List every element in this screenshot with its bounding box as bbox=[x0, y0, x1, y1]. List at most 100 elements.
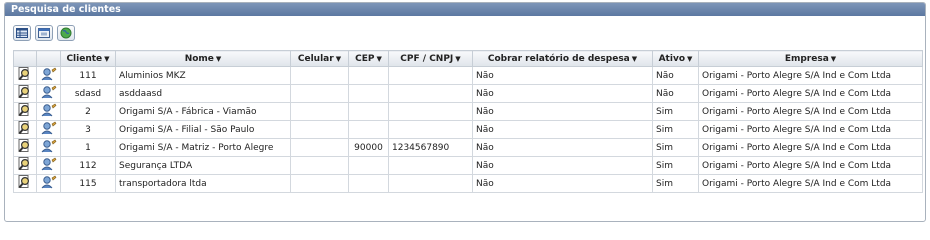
toolbar bbox=[13, 25, 75, 43]
table-row[interactable]: 1 Origami S/A - Matriz - Porto Alegre 9000… bbox=[13, 138, 923, 157]
cell-cpf-cnpj bbox=[388, 102, 473, 121]
cell-empresa: Origami - Porto Alegre S/A Ind e Com Ltd… bbox=[698, 84, 923, 103]
cell-ativo: Sim bbox=[652, 174, 699, 193]
cell-cep bbox=[348, 66, 389, 85]
table-row[interactable]: 2 Origami S/A - Fábrica - Viamão Não Sim Ori… bbox=[13, 102, 923, 121]
cell-ativo: Sim bbox=[652, 138, 699, 157]
edit-user-icon[interactable] bbox=[41, 139, 57, 153]
column-header-cpf-cnpj[interactable]: CPF / CNPJ ▼ bbox=[388, 50, 473, 67]
column-header-ativo[interactable]: Ativo ▼ bbox=[652, 50, 699, 67]
cell-cpf-cnpj bbox=[388, 66, 473, 85]
cell-cep: 90000 bbox=[348, 138, 389, 157]
cell-cliente: 111 bbox=[60, 66, 116, 85]
magnifier-icon[interactable] bbox=[18, 85, 33, 99]
edit-cell bbox=[36, 174, 61, 193]
column-header-cobrar[interactable]: Cobrar relatório de despesa ▼ bbox=[472, 50, 653, 67]
table-row[interactable]: 112 Segurança LTDA Não Sim Origami - Porto A… bbox=[13, 156, 923, 175]
sort-arrow-icon: ▼ bbox=[830, 54, 837, 63]
cell-cpf-cnpj bbox=[388, 156, 473, 175]
column-header-view bbox=[13, 50, 37, 67]
magnifier-icon[interactable] bbox=[18, 175, 33, 189]
column-header-celular[interactable]: Celular ▼ bbox=[290, 50, 349, 67]
cell-cpf-cnpj bbox=[388, 174, 473, 193]
cell-nome: Origami S/A - Matriz - Porto Alegre bbox=[115, 138, 291, 157]
cell-empresa: Origami - Porto Alegre S/A Ind e Com Ltd… bbox=[698, 138, 923, 157]
table-row[interactable]: sdasd asddaasd Não Não Origami - Porto Alegr… bbox=[13, 84, 923, 103]
cell-nome: transportadora ltda bbox=[115, 174, 291, 193]
magnifier-icon[interactable] bbox=[18, 103, 33, 117]
cell-nome: asddaasd bbox=[115, 84, 291, 103]
cell-celular bbox=[290, 174, 349, 193]
cell-cobrar: Não bbox=[472, 156, 653, 175]
edit-user-icon[interactable] bbox=[41, 157, 57, 171]
view-cell bbox=[13, 102, 37, 121]
table-row[interactable]: 115 transportadora ltda Não Sim Origami - Po… bbox=[13, 174, 923, 193]
magnifier-icon[interactable] bbox=[18, 67, 33, 81]
cell-empresa: Origami - Porto Alegre S/A Ind e Com Ltd… bbox=[698, 66, 923, 85]
grid-view-button[interactable] bbox=[13, 25, 31, 41]
edit-user-icon[interactable] bbox=[41, 85, 57, 99]
edit-cell bbox=[36, 102, 61, 121]
sort-arrow-icon: ▼ bbox=[104, 54, 110, 63]
cell-cliente: 3 bbox=[60, 120, 116, 139]
cell-ativo: Sim bbox=[652, 102, 699, 121]
cell-cliente: 112 bbox=[60, 156, 116, 175]
column-header-cep[interactable]: CEP ▼ bbox=[348, 50, 389, 67]
edit-cell bbox=[36, 138, 61, 157]
sort-arrow-icon: ▼ bbox=[687, 54, 693, 63]
window-icon bbox=[38, 28, 50, 38]
column-header-edit bbox=[36, 50, 61, 67]
column-header-cliente[interactable]: Cliente ▼ bbox=[60, 50, 116, 67]
view-cell bbox=[13, 66, 37, 85]
view-cell bbox=[13, 174, 37, 193]
cell-cpf-cnpj bbox=[388, 84, 473, 103]
globe-button[interactable] bbox=[57, 25, 75, 41]
cell-empresa: Origami - Porto Alegre S/A Ind e Com Ltd… bbox=[698, 102, 923, 121]
magnifier-icon[interactable] bbox=[18, 139, 33, 153]
cell-cobrar: Não bbox=[472, 138, 653, 157]
table-row[interactable]: 111 Aluminios MKZ Não Não Origami - Porto Al… bbox=[13, 66, 923, 85]
cell-cep bbox=[348, 120, 389, 139]
cell-cobrar: Não bbox=[472, 66, 653, 85]
edit-cell bbox=[36, 84, 61, 103]
edit-cell bbox=[36, 156, 61, 175]
window-button[interactable] bbox=[35, 25, 53, 41]
table-row[interactable]: 3 Origami S/A - Filial - São Paulo Não Sim O… bbox=[13, 120, 923, 139]
edit-user-icon[interactable] bbox=[41, 67, 57, 81]
view-cell bbox=[13, 120, 37, 139]
panel-title: Pesquisa de clientes bbox=[5, 3, 925, 16]
cell-celular bbox=[290, 138, 349, 157]
table-header-row: Cliente ▼ Nome ▼ Celular ▼ CEP ▼ CPF / CNPJ ▼… bbox=[13, 50, 923, 67]
cell-empresa: Origami - Porto Alegre S/A Ind e Com Ltd… bbox=[698, 174, 923, 193]
grid-icon bbox=[16, 28, 28, 38]
edit-user-icon[interactable] bbox=[41, 175, 57, 189]
cell-cliente: 115 bbox=[60, 174, 116, 193]
edit-user-icon[interactable] bbox=[41, 103, 57, 117]
client-search-panel: Pesquisa de clientes Cliente ▼ Nome ▼ Ce… bbox=[4, 2, 926, 222]
cell-nome: Origami S/A - Fábrica - Viamão bbox=[115, 102, 291, 121]
cell-cobrar: Não bbox=[472, 102, 653, 121]
cell-celular bbox=[290, 120, 349, 139]
globe-icon bbox=[60, 27, 72, 39]
cell-cliente: 1 bbox=[60, 138, 116, 157]
view-cell bbox=[13, 156, 37, 175]
edit-cell bbox=[36, 66, 61, 85]
magnifier-icon[interactable] bbox=[18, 121, 33, 135]
cell-cobrar: Não bbox=[472, 120, 653, 139]
edit-user-icon[interactable] bbox=[41, 121, 57, 135]
sort-arrow-icon: ▼ bbox=[215, 54, 222, 63]
cell-cep bbox=[348, 174, 389, 193]
sort-arrow-icon: ▼ bbox=[455, 54, 461, 63]
column-header-nome[interactable]: Nome ▼ bbox=[115, 50, 291, 67]
view-cell bbox=[13, 138, 37, 157]
cell-ativo: Não bbox=[652, 66, 699, 85]
cell-empresa: Origami - Porto Alegre S/A Ind e Com Ltd… bbox=[698, 156, 923, 175]
cell-cliente: sdasd bbox=[60, 84, 116, 103]
column-header-empresa[interactable]: Empresa ▼ bbox=[698, 50, 923, 67]
cell-cpf-cnpj bbox=[388, 120, 473, 139]
cell-cliente: 2 bbox=[60, 102, 116, 121]
cell-celular bbox=[290, 102, 349, 121]
magnifier-icon[interactable] bbox=[18, 157, 33, 171]
cell-celular bbox=[290, 84, 349, 103]
cell-empresa: Origami - Porto Alegre S/A Ind e Com Ltd… bbox=[698, 120, 923, 139]
